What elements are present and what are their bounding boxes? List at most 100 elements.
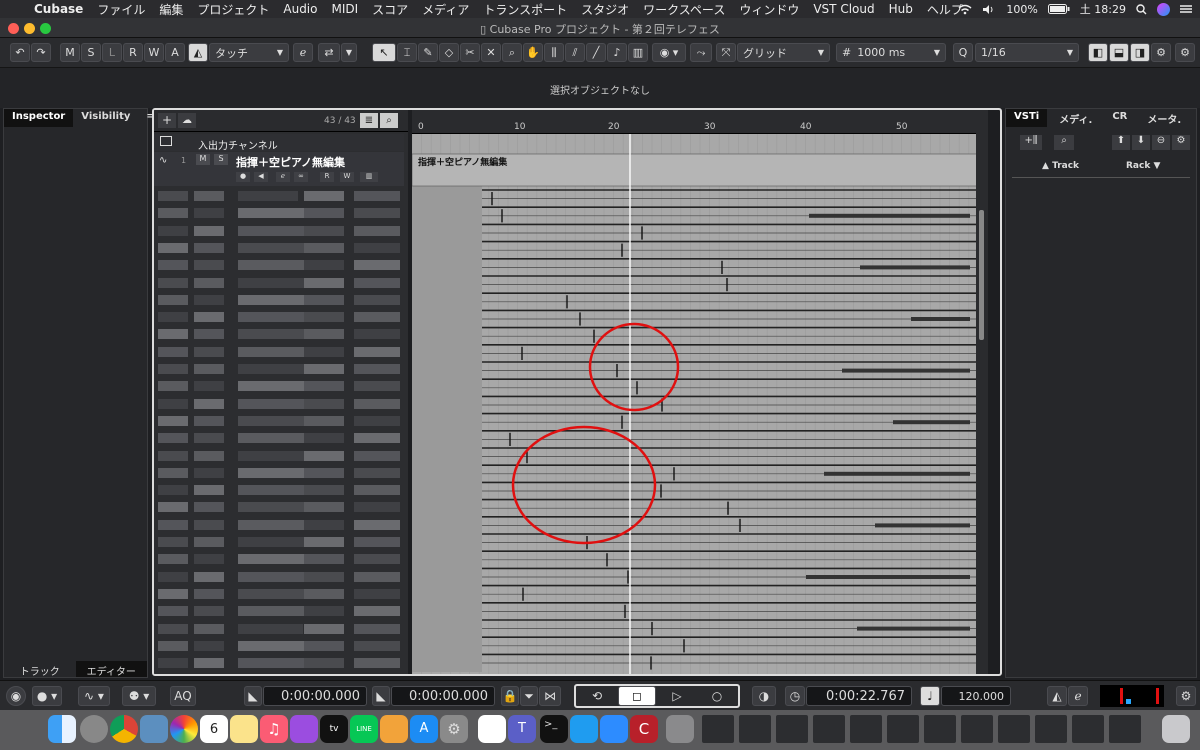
minimized-window-thumbnail[interactable] [924, 715, 956, 743]
blurred-track-row[interactable] [154, 620, 404, 637]
minimized-window-thumbnail[interactable] [702, 715, 734, 743]
podcasts-icon[interactable] [290, 715, 318, 743]
blurred-track-row[interactable] [154, 361, 404, 377]
punch-out-button[interactable]: ⋈ [539, 686, 561, 706]
menu-studio[interactable]: スタジオ [581, 1, 629, 18]
automation-mode-select[interactable]: タッチ ▼ [209, 43, 289, 62]
add-instrument-button[interactable]: +⫼ [1020, 135, 1042, 150]
menu-clock[interactable]: 土 18:29 [1080, 1, 1126, 17]
folder-track[interactable]: 入出力チャンネル [154, 134, 404, 152]
blurred-track-row[interactable] [154, 412, 404, 429]
tab-inspector[interactable]: Inspector [4, 109, 74, 127]
rack-instruments-toggle[interactable]: Rack ▼ [1126, 161, 1160, 171]
audio-track-1[interactable]: ∿ 1 M S 指揮＋空ピアノ無編集 ● ◀ ℯ ∞ R W ▥ [154, 152, 404, 186]
mute-state-button[interactable]: M [60, 43, 80, 62]
go-to-left-locator-button[interactable]: ◣ [244, 686, 262, 706]
click-settings-icon[interactable]: ℯ [1068, 686, 1088, 706]
show-left-zone-button[interactable]: ◧ [1088, 43, 1108, 62]
tempo-display[interactable]: 120.000 [941, 686, 1011, 706]
teams-icon[interactable]: T [508, 715, 536, 743]
minimized-window-thumbnail[interactable] [1035, 715, 1067, 743]
solo-state-button[interactable]: S [81, 43, 101, 62]
menu-app-name[interactable]: Cubase [34, 2, 83, 16]
volume-icon[interactable] [982, 4, 996, 15]
trash-icon[interactable] [1162, 715, 1190, 743]
auto-quantize-button[interactable]: AQ [170, 686, 196, 706]
menu-file[interactable]: ファイル [97, 1, 145, 18]
slack-icon[interactable] [478, 715, 506, 743]
tab-editor[interactable]: エディター [75, 661, 147, 678]
audio-events-waveforms[interactable] [412, 134, 988, 674]
line-icon[interactable]: LINE [350, 715, 378, 743]
mute-tool[interactable]: ✕ [481, 43, 501, 62]
activate-project-button[interactable]: ◉ [6, 686, 26, 706]
minimized-window-thumbnail[interactable] [850, 715, 882, 743]
blurred-track-row[interactable] [154, 205, 404, 222]
midi-activity-select[interactable]: ⚉ ▾ [122, 686, 156, 706]
minimized-window-thumbnail[interactable] [1109, 715, 1141, 743]
line-tool[interactable]: ╱ [586, 43, 606, 62]
blurred-track-row[interactable] [154, 568, 404, 585]
tab-visibility[interactable]: Visibility [73, 109, 138, 127]
menu-media[interactable]: メディア [422, 1, 469, 18]
tab-control-room[interactable]: CR [1104, 109, 1135, 127]
blurred-track-row[interactable] [154, 326, 404, 343]
add-track-button[interactable]: + [158, 113, 176, 128]
range-select-tool[interactable]: ⌶ [397, 43, 417, 62]
spotlight-icon[interactable] [1136, 3, 1147, 15]
stop-button[interactable]: ◻ [618, 686, 656, 706]
object-select-tool[interactable]: ↖ [372, 43, 396, 62]
right-locator-display[interactable]: 0:00:00.000 [391, 686, 495, 706]
tab-track[interactable]: トラック [4, 661, 76, 678]
left-locator-display[interactable]: 0:00:00.000 [263, 686, 367, 706]
clock-icon[interactable]: ◷ [785, 686, 805, 706]
rack-settings-button[interactable]: ⚙ [1172, 135, 1190, 150]
timewarp-tool[interactable]: ⫽ [565, 43, 585, 62]
punch-in-button[interactable]: ⏷ [520, 686, 538, 706]
chrome-icon[interactable] [110, 715, 138, 743]
search-tracks-button[interactable]: ⌕ [380, 113, 398, 128]
blurred-track-row[interactable] [154, 534, 404, 550]
minimized-window-thumbnail[interactable] [1072, 715, 1104, 743]
edit-channel-button[interactable]: ℯ [276, 172, 290, 182]
blurred-track-row[interactable] [154, 482, 404, 499]
menu-score[interactable]: スコア [372, 1, 408, 18]
cubase-icon[interactable]: C [630, 715, 658, 743]
blurred-track-row[interactable] [154, 516, 404, 533]
go-to-right-locator-button[interactable]: ◣ [372, 686, 390, 706]
blurred-track-row[interactable] [154, 222, 404, 239]
menu-midi[interactable]: MIDI [331, 2, 358, 16]
blurred-track-row[interactable] [154, 637, 404, 654]
menu-window[interactable]: ウィンドウ [739, 1, 799, 18]
blurred-track-row[interactable] [154, 257, 404, 274]
redo-button[interactable]: ↷ [31, 43, 51, 62]
blurred-track-row[interactable] [154, 274, 404, 291]
timeline-ruler[interactable]: 0 10 20 30 40 50 [412, 110, 988, 134]
listen-state-button[interactable]: L [102, 43, 122, 62]
move-up-button[interactable]: ⬆ [1112, 135, 1130, 150]
menu-vst-cloud[interactable]: VST Cloud [813, 2, 874, 16]
auto-scroll-dropdown[interactable]: ▼ [341, 43, 357, 62]
calendar-icon[interactable]: 6 [200, 715, 228, 743]
photos-icon[interactable] [170, 715, 198, 743]
tempo-track-button[interactable]: ♩ [920, 686, 940, 706]
show-lower-zone-button[interactable]: ⬓ [1109, 43, 1129, 62]
app-store-icon[interactable]: A [410, 715, 438, 743]
record-enable-button[interactable]: ● [236, 172, 250, 182]
blurred-track-row[interactable] [154, 395, 404, 412]
track-list-view-button[interactable]: ≣ [360, 113, 378, 128]
blurred-track-row[interactable] [154, 343, 404, 360]
menu-workspace[interactable]: ワークスペース [643, 1, 725, 18]
show-right-zone-button[interactable]: ◨ [1130, 43, 1150, 62]
record-mode-select[interactable]: ● ▾ [32, 686, 62, 706]
track-instruments-toggle[interactable]: ▲ Track [1042, 161, 1079, 171]
undo-button[interactable]: ↶ [10, 43, 30, 62]
blurred-track-row[interactable] [154, 603, 404, 620]
setup-window-layout-button[interactable]: ⚙ [1151, 43, 1171, 62]
track-write-button[interactable]: W [340, 172, 354, 182]
menu-edit[interactable]: 編集 [159, 1, 183, 18]
add-track-template-icon[interactable]: ☁ [178, 113, 196, 128]
apple-tv-icon[interactable]: tv [320, 715, 348, 743]
blurred-track-row[interactable] [154, 447, 404, 464]
snap-toggle[interactable]: ⤳ [690, 43, 712, 62]
